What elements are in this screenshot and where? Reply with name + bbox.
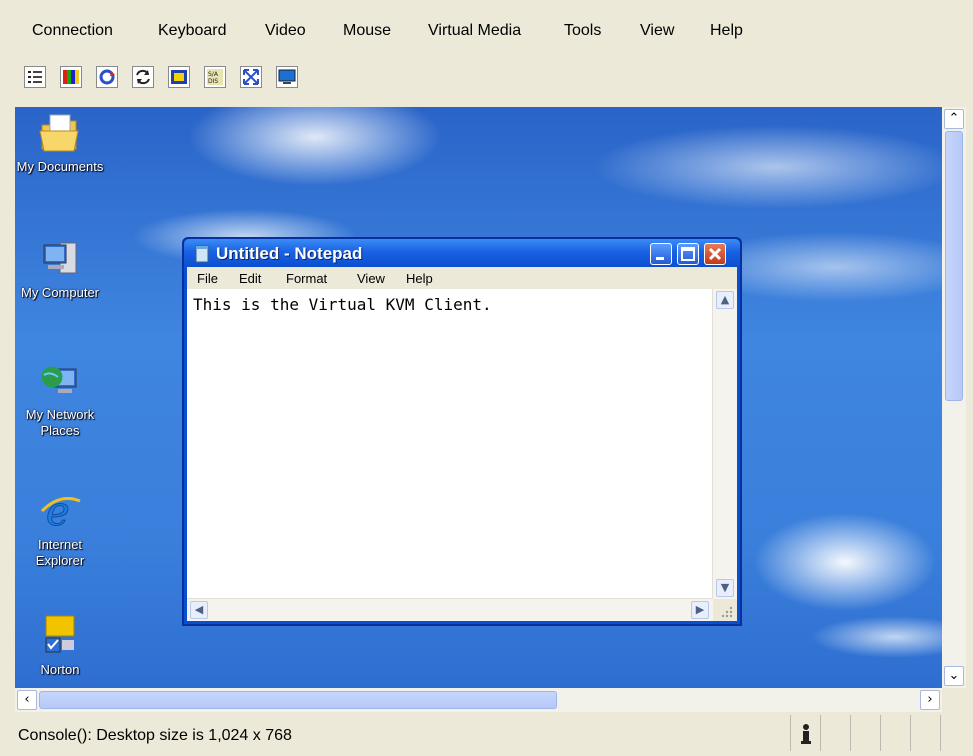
folder-icon — [39, 114, 79, 152]
menu-help[interactable]: Help — [710, 22, 743, 40]
screen-icon[interactable] — [276, 66, 298, 88]
user-icon — [790, 715, 820, 751]
settings-icon[interactable] — [24, 66, 46, 88]
notepad-menubar: File Edit Format View Help — [187, 267, 737, 289]
color-bars-icon[interactable] — [60, 66, 82, 88]
chevron-left-icon[interactable]: ◀ — [190, 601, 208, 619]
notepad-window[interactable]: Untitled - Notepad File Edit Format View… — [182, 237, 742, 626]
horizontal-scroll-thumb[interactable] — [39, 691, 557, 709]
maximize-button[interactable] — [677, 243, 699, 265]
desktop-icon-norton[interactable]: Norton — [15, 612, 110, 678]
desktop-icon-my-network-places[interactable]: My Network Places — [15, 357, 110, 439]
scroll-left-icon[interactable]: ‹ — [17, 690, 37, 710]
status-indicator — [910, 715, 940, 751]
status-bar: Console(): Desktop size is 1,024 x 768 — [0, 713, 973, 753]
desktop-icon-label: My Network Places — [25, 407, 95, 438]
client-menubar: Connection Keyboard Video Mouse Virtual … — [0, 0, 973, 58]
vertical-scroll-thumb[interactable] — [945, 131, 963, 401]
notepad-menu-file[interactable]: File — [197, 271, 218, 286]
scroll-up-icon[interactable]: ⌃ — [944, 109, 964, 129]
status-indicator — [850, 715, 880, 751]
notepad-horizontal-scrollbar[interactable]: ◀ ▶ — [187, 598, 713, 621]
desktop-icon-label: My Documents — [16, 159, 104, 174]
notepad-icon — [195, 245, 209, 263]
refresh-icon[interactable] — [96, 66, 118, 88]
notepad-content: This is the Virtual KVM Client. — [193, 295, 492, 314]
client-vertical-scrollbar[interactable]: ⌃ ⌄ — [942, 107, 966, 688]
notepad-titlebar[interactable]: Untitled - Notepad — [184, 239, 740, 267]
menu-connection[interactable]: Connection — [32, 22, 113, 40]
client-horizontal-scrollbar[interactable]: ‹ › — [15, 688, 942, 712]
notepad-menu-help[interactable]: Help — [406, 271, 433, 286]
desktop-icon-label: Norton — [40, 662, 80, 677]
scroll-right-icon[interactable]: › — [920, 690, 940, 710]
client-toolbar: S/A DIS — [0, 62, 973, 98]
notepad-menu-format[interactable]: Format — [286, 271, 327, 286]
notepad-menu-view[interactable]: View — [357, 271, 385, 286]
svg-text:DIS: DIS — [208, 78, 218, 85]
status-indicator — [820, 715, 850, 751]
chevron-right-icon[interactable]: ▶ — [691, 601, 709, 619]
minimize-button[interactable] — [650, 243, 672, 265]
desktop-icon-my-computer[interactable]: My Computer — [15, 235, 110, 301]
close-icon — [708, 247, 722, 261]
chevron-up-icon[interactable]: ▲ — [716, 291, 734, 309]
video-icon[interactable] — [168, 66, 190, 88]
scroll-down-icon[interactable]: ⌄ — [944, 666, 964, 686]
menu-virtual-media[interactable]: Virtual Media — [428, 22, 521, 40]
desktop-icon-label: Internet Explorer — [35, 537, 85, 568]
svg-text:S/A: S/A — [208, 71, 219, 78]
menu-video[interactable]: Video — [265, 22, 306, 40]
menu-tools[interactable]: Tools — [564, 22, 601, 40]
status-indicator — [940, 715, 970, 751]
desktop-icon-my-documents[interactable]: My Documents — [15, 109, 110, 175]
minimize-icon — [656, 257, 664, 260]
notepad-title: Untitled - Notepad — [216, 244, 363, 263]
desktop-icon-label: My Computer — [20, 285, 100, 300]
menu-mouse[interactable]: Mouse — [343, 22, 391, 40]
internet-explorer-icon: e — [40, 489, 81, 533]
status-indicator — [880, 715, 910, 751]
fullscreen-icon[interactable] — [240, 66, 262, 88]
close-button[interactable] — [704, 243, 726, 265]
menu-view[interactable]: View — [640, 22, 674, 40]
desktop-icon-internet-explorer[interactable]: e Internet Explorer — [15, 487, 110, 569]
resize-grip-icon[interactable] — [713, 599, 737, 621]
notepad-vertical-scrollbar[interactable]: ▲ ▼ — [712, 289, 737, 599]
sync-icon[interactable] — [132, 66, 154, 88]
notepad-menu-edit[interactable]: Edit — [239, 271, 261, 286]
remote-desktop-viewport[interactable]: My Documents My Computer My Network Plac… — [15, 107, 942, 688]
network-globe-icon — [41, 366, 77, 393]
maximize-icon — [681, 247, 695, 261]
computer-icon — [43, 242, 77, 274]
svg-text:e: e — [46, 489, 70, 533]
chevron-down-icon[interactable]: ▼ — [716, 579, 734, 597]
notepad-text-area[interactable]: This is the Virtual KVM Client. ▲ ▼ ◀ ▶ — [187, 289, 737, 621]
single-cursor-icon[interactable]: S/A DIS — [204, 66, 226, 88]
status-text: Console(): Desktop size is 1,024 x 768 — [18, 727, 292, 744]
menu-keyboard[interactable]: Keyboard — [158, 22, 227, 40]
norton-icon — [45, 615, 75, 653]
